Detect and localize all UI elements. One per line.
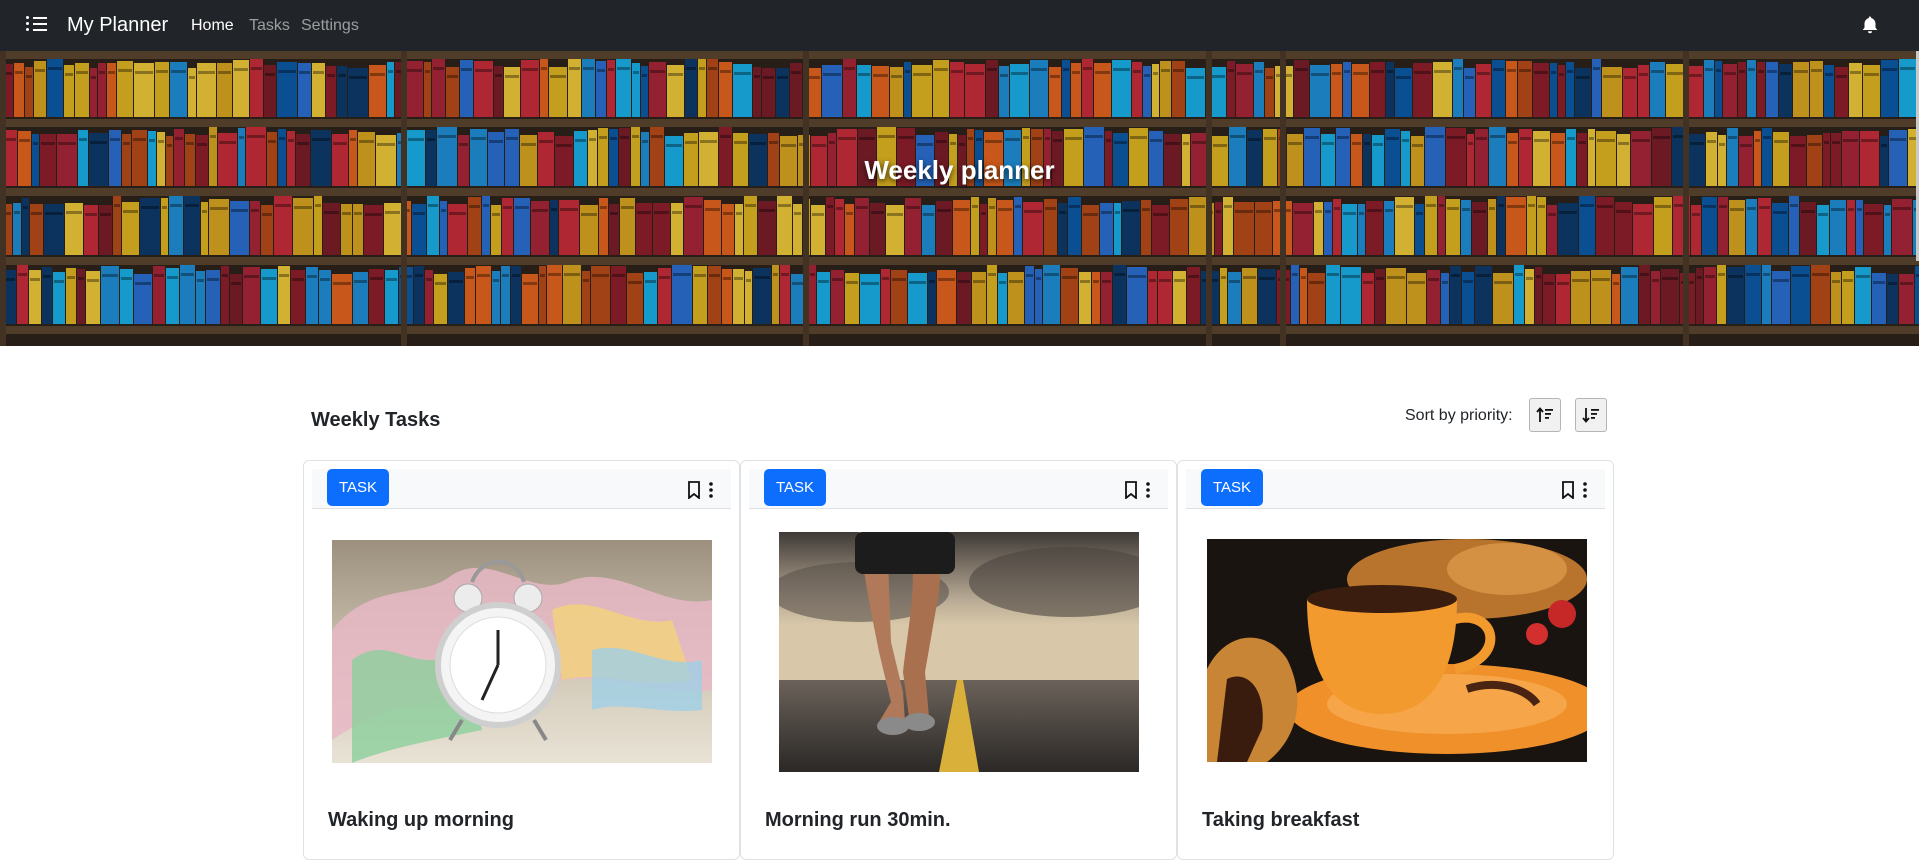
bell-icon[interactable] <box>1862 16 1878 34</box>
nav-link-tasks[interactable]: Tasks <box>249 17 290 35</box>
task-card[interactable]: TASK Waking up morning <box>303 460 740 860</box>
top-navbar: My Planner Home Tasks Settings <box>0 0 1919 51</box>
bookmark-icon[interactable] <box>687 481 701 499</box>
sort-ascending-button[interactable] <box>1529 398 1561 432</box>
card-title: Waking up morning <box>328 809 514 831</box>
sort-ascending-icon <box>1536 407 1553 422</box>
card-header: TASK <box>312 469 731 509</box>
more-options-icon[interactable] <box>1582 481 1588 499</box>
bookshelf-image <box>0 51 1919 346</box>
task-badge[interactable]: TASK <box>327 469 389 506</box>
bookmark-icon[interactable] <box>1124 481 1138 499</box>
card-title: Morning run 30min. <box>765 809 951 831</box>
nav-link-settings[interactable]: Settings <box>301 17 359 35</box>
bookmark-icon[interactable] <box>1561 481 1575 499</box>
card-header: TASK <box>1186 469 1605 509</box>
task-card[interactable]: TASK Taking breakfast <box>1177 460 1614 860</box>
section-title: Weekly Tasks <box>311 409 441 431</box>
more-options-icon[interactable] <box>708 481 714 499</box>
list-icon[interactable] <box>26 14 50 34</box>
more-options-icon[interactable] <box>1145 481 1151 499</box>
sort-label: Sort by priority: <box>1405 407 1513 424</box>
alarm-clock-photo <box>332 540 712 763</box>
card-header: TASK <box>749 469 1168 509</box>
card-title: Taking breakfast <box>1202 809 1360 831</box>
app-brand[interactable]: My Planner <box>67 14 168 37</box>
hero-banner: Weekly planner <box>0 51 1919 346</box>
task-card[interactable]: TASK Morning run 30min. <box>740 460 1177 860</box>
task-badge[interactable]: TASK <box>764 469 826 506</box>
sort-descending-button[interactable] <box>1575 398 1607 432</box>
runner-on-road-photo <box>779 532 1139 772</box>
task-badge[interactable]: TASK <box>1201 469 1263 506</box>
sort-descending-icon <box>1582 408 1599 423</box>
nav-link-home[interactable]: Home <box>191 17 234 35</box>
coffee-and-croissant-photo <box>1207 539 1587 762</box>
hero-title: Weekly planner <box>864 155 1055 185</box>
